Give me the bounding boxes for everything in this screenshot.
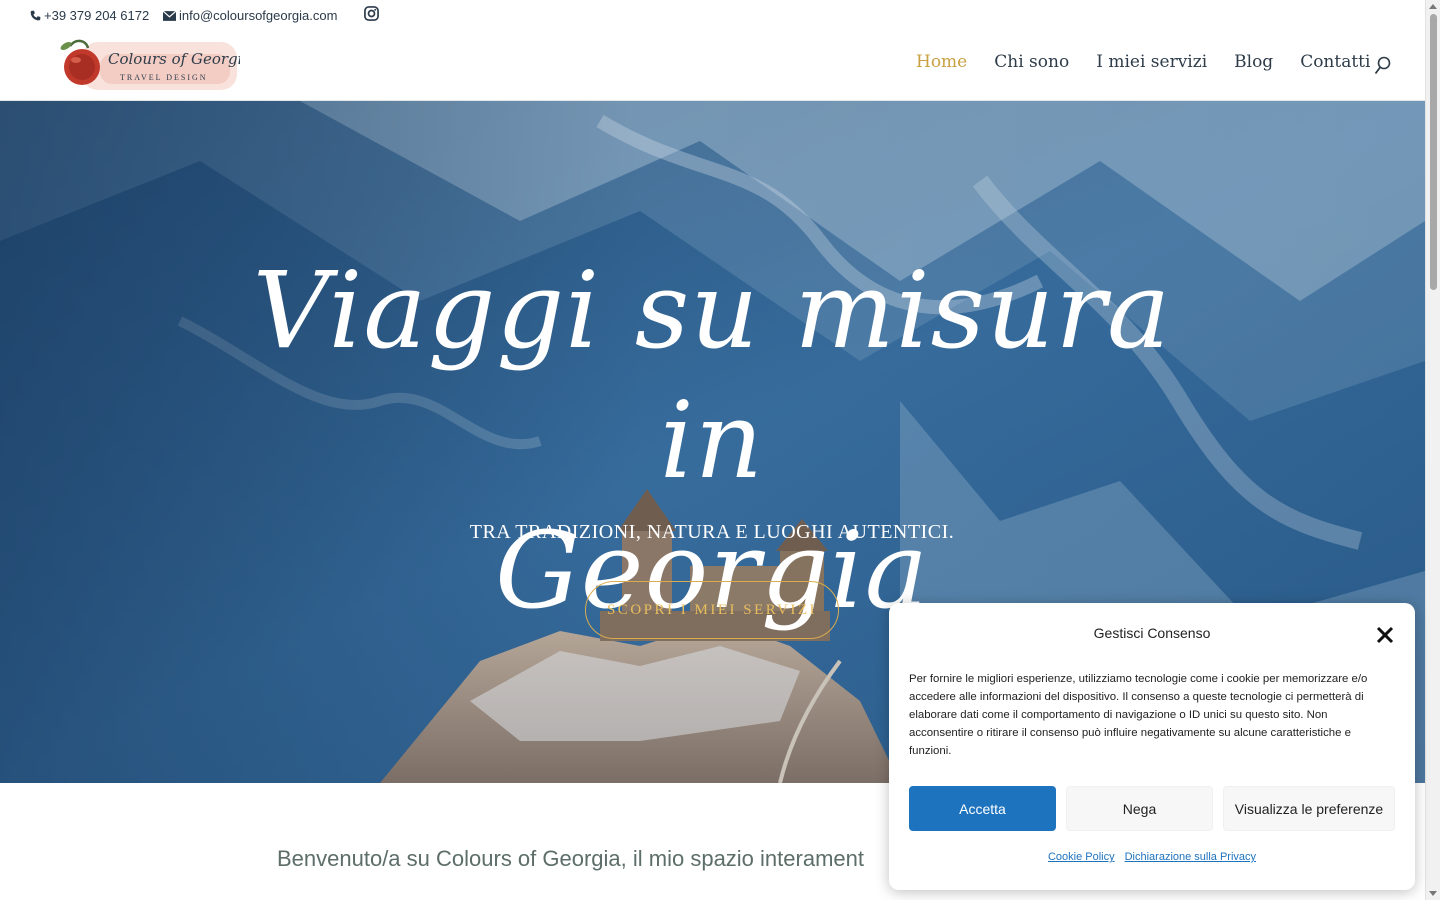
cookie-dialog-title: Gestisci Consenso [1093, 625, 1211, 641]
discover-services-button[interactable]: SCOPRI I MIEI SERVIZI [585, 581, 839, 639]
search-icon[interactable] [1374, 56, 1392, 76]
cookie-consent-dialog: Gestisci Consenso Per fornire le miglior… [889, 603, 1415, 890]
cookie-links: Cookie Policy Dichiarazione sulla Privac… [889, 851, 1415, 863]
email-address: info@coloursofgeorgia.com [179, 8, 338, 23]
email-contact[interactable]: info@coloursofgeorgia.com [163, 8, 337, 23]
welcome-text: Benvenuto/a su Colours of Georgia, il mi… [277, 846, 864, 871]
hero-subtitle: TRA TRADIZIONI, NATURA E LUOGHI AUTENTIC… [469, 521, 955, 543]
hero-title-line1: Viaggi su misura in [252, 249, 1172, 502]
deny-cookies-button[interactable]: Nega [1066, 786, 1213, 831]
scroll-up-arrow-icon[interactable] [1429, 4, 1437, 9]
nav-home[interactable]: Home [916, 52, 967, 72]
instagram-link[interactable] [364, 6, 379, 21]
privacy-statement-link[interactable]: Dichiarazione sulla Privacy [1125, 851, 1256, 863]
nav-servizi[interactable]: I miei servizi [1096, 52, 1207, 72]
scroll-thumb[interactable] [1430, 14, 1437, 290]
scroll-down-arrow-icon[interactable] [1429, 891, 1437, 896]
main-nav: Home Chi sono I miei servizi Blog Contat… [916, 52, 1370, 72]
view-preferences-button[interactable]: Visualizza le preferenze [1223, 786, 1395, 831]
logo-tagline: TRAVEL DESIGN [120, 73, 208, 82]
cookie-policy-link[interactable]: Cookie Policy [1048, 851, 1115, 863]
instagram-icon [364, 6, 379, 21]
hero-title: Viaggi su misura in Georgia [212, 246, 1212, 636]
accept-cookies-button[interactable]: Accetta [909, 786, 1056, 831]
cookie-description: Per fornire le migliori esperienze, util… [909, 673, 1368, 757]
phone-icon [30, 10, 41, 21]
phone-contact[interactable]: +39 379 204 6172 [30, 8, 149, 23]
nav-contatti[interactable]: Contatti [1300, 52, 1370, 72]
nav-blog[interactable]: Blog [1234, 52, 1273, 72]
site-logo[interactable]: Colours of Georgia TRAVEL DESIGN [60, 34, 240, 96]
close-icon[interactable] [1375, 625, 1395, 645]
page-scrollbar[interactable] [1425, 0, 1440, 900]
envelope-icon [163, 10, 176, 21]
logo-wordmark: Colours of Georgia [108, 50, 240, 68]
top-info-bar: +39 379 204 6172 info@coloursofgeorgia.c… [0, 0, 1425, 30]
site-header: Colours of Georgia TRAVEL DESIGN Home Ch… [0, 30, 1425, 101]
phone-number: +39 379 204 6172 [44, 8, 150, 23]
nav-chi-sono[interactable]: Chi sono [994, 52, 1069, 72]
